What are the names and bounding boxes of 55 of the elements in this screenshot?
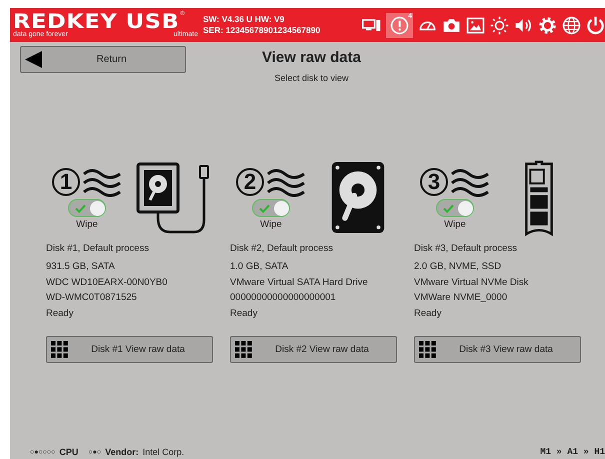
disk-status: Ready bbox=[230, 308, 258, 320]
disk-process: Disk #3, Default process bbox=[414, 243, 518, 255]
logo-text: REDKEY USB bbox=[13, 11, 180, 31]
disk-model: VMware Virtual NVMe Disk bbox=[414, 276, 530, 288]
wipe-label: Wipe bbox=[444, 219, 466, 230]
grid-icon bbox=[419, 340, 436, 358]
wipe-waves-icon bbox=[266, 167, 306, 197]
wipe-label: Wipe bbox=[76, 219, 98, 230]
view-raw-data-button[interactable]: Disk #3 View raw data bbox=[414, 336, 581, 362]
serial-text: SER: 12345678901234567890 bbox=[203, 25, 320, 36]
disk-status: Ready bbox=[46, 308, 74, 320]
globe-icon[interactable] bbox=[562, 16, 581, 34]
disk-model: WDC WD10EARX-00N0YB0 bbox=[46, 276, 168, 288]
disk-serial: VMWare NVME_0000 bbox=[414, 292, 508, 304]
disk-number: 2 bbox=[236, 168, 264, 196]
check-icon bbox=[443, 204, 454, 212]
disk-number: 3 bbox=[420, 168, 448, 196]
wipe-toggle[interactable] bbox=[436, 199, 474, 217]
breadcrumb-path: M1 » A1 » H1 bbox=[540, 447, 605, 457]
view-raw-data-button[interactable]: Disk #2 View raw data bbox=[230, 336, 397, 362]
back-arrow-icon bbox=[25, 51, 42, 68]
check-icon bbox=[75, 204, 86, 212]
disk-number: 1 bbox=[52, 168, 80, 196]
settings-icon[interactable] bbox=[538, 16, 557, 34]
wipe-waves-icon bbox=[82, 167, 122, 197]
m2-ssd-icon bbox=[524, 160, 554, 238]
picture-icon[interactable] bbox=[466, 16, 485, 34]
wipe-toggle[interactable] bbox=[68, 199, 106, 217]
disk-process: Disk #2, Default process bbox=[230, 243, 334, 255]
disk-size: 931.5 GB, SATA bbox=[46, 261, 116, 273]
brightness-icon[interactable] bbox=[490, 16, 509, 34]
vendor-label: Vendor: bbox=[105, 447, 139, 457]
page-subtitle: Select disk to view bbox=[274, 73, 348, 83]
wipe-label: Wipe bbox=[260, 219, 282, 230]
cpu-label: CPU bbox=[59, 447, 78, 457]
disk-size: 1.0 GB, SATA bbox=[230, 261, 290, 273]
hard-drive-icon bbox=[330, 160, 386, 235]
grid-icon bbox=[51, 340, 68, 358]
disk-serial: WD-WMC0T0871525 bbox=[46, 292, 138, 304]
alert-icon bbox=[390, 16, 409, 34]
return-button[interactable]: Return bbox=[20, 46, 186, 73]
disk-model: VMware Virtual SATA Hard Drive bbox=[230, 276, 369, 288]
vendor-value: Intel Corp. bbox=[142, 447, 184, 457]
check-icon bbox=[259, 204, 270, 212]
power-icon[interactable] bbox=[586, 16, 605, 34]
wipe-toggle[interactable] bbox=[252, 199, 290, 217]
disk-size: 2.0 GB, NVME, SSD bbox=[414, 261, 502, 273]
version-text: SW: V4.36 U HW: V9 bbox=[203, 14, 286, 25]
disk-process: Disk #1, Default process bbox=[46, 243, 150, 255]
disk-status: Ready bbox=[414, 308, 442, 320]
grid-icon bbox=[235, 340, 252, 358]
page-title: View raw data bbox=[262, 49, 361, 67]
view-raw-data-button[interactable]: Disk #1 View raw data bbox=[46, 336, 213, 362]
wipe-waves-icon bbox=[450, 167, 490, 197]
disk-serial: 00000000000000000001 bbox=[230, 292, 337, 304]
